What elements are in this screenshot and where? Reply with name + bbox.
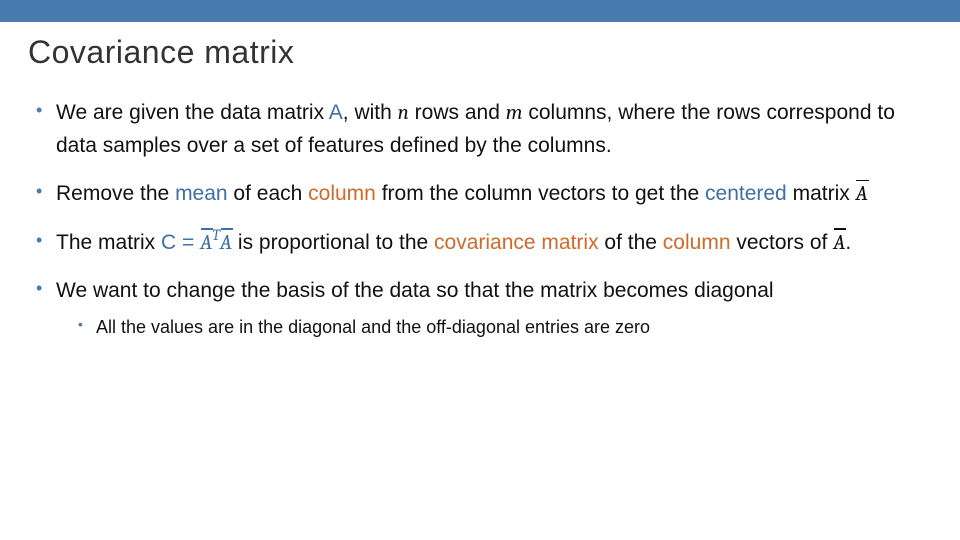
- text: from the column vectors to get the: [376, 182, 705, 205]
- bullet-item-4: We want to change the basis of the data …: [36, 275, 932, 341]
- sub-item-1: All the values are in the diagonal and t…: [78, 314, 932, 341]
- a-bar-3: A: [833, 227, 845, 260]
- text: , with: [343, 101, 398, 124]
- text: Remove the: [56, 182, 175, 205]
- a-bar: A: [856, 178, 868, 211]
- matrix-a: A: [329, 101, 343, 124]
- text: rows and: [409, 101, 506, 124]
- word-covariance: covariance matrix: [434, 231, 599, 254]
- text: The matrix: [56, 231, 161, 254]
- sub-list: All the values are in the diagonal and t…: [56, 314, 932, 341]
- word-column: column: [308, 182, 376, 205]
- a-bar-2: A: [220, 227, 232, 260]
- bullet-item-2: Remove the mean of each column from the …: [36, 178, 932, 211]
- text: We are given the data matrix: [56, 101, 329, 124]
- matrix-c: C: [161, 231, 176, 254]
- word-column-2: column: [663, 231, 731, 254]
- var-n: n: [398, 101, 409, 125]
- text: vectors of: [731, 231, 834, 254]
- word-mean: mean: [175, 182, 228, 205]
- text: is proportional to the: [232, 231, 434, 254]
- text: of the: [599, 231, 663, 254]
- text: of each: [228, 182, 309, 205]
- slide-title: Covariance matrix: [28, 34, 932, 71]
- var-m: m: [506, 101, 523, 125]
- slide-content: Covariance matrix We are given the data …: [0, 22, 960, 341]
- a-bar-t: A: [200, 227, 212, 260]
- bullet-list: We are given the data matrix A, with n r…: [28, 97, 932, 341]
- bullet-item-1: We are given the data matrix A, with n r…: [36, 97, 932, 162]
- text: All the values are in the diagonal and t…: [96, 317, 650, 337]
- transpose: T: [212, 226, 220, 244]
- text: .: [845, 231, 851, 254]
- text: We want to change the basis of the data …: [56, 279, 774, 302]
- text: matrix: [787, 182, 856, 205]
- header-bar: [0, 0, 960, 22]
- word-centered: centered: [705, 182, 787, 205]
- bullet-item-3: The matrix C = ATA is proportional to th…: [36, 227, 932, 260]
- equals: =: [176, 231, 200, 254]
